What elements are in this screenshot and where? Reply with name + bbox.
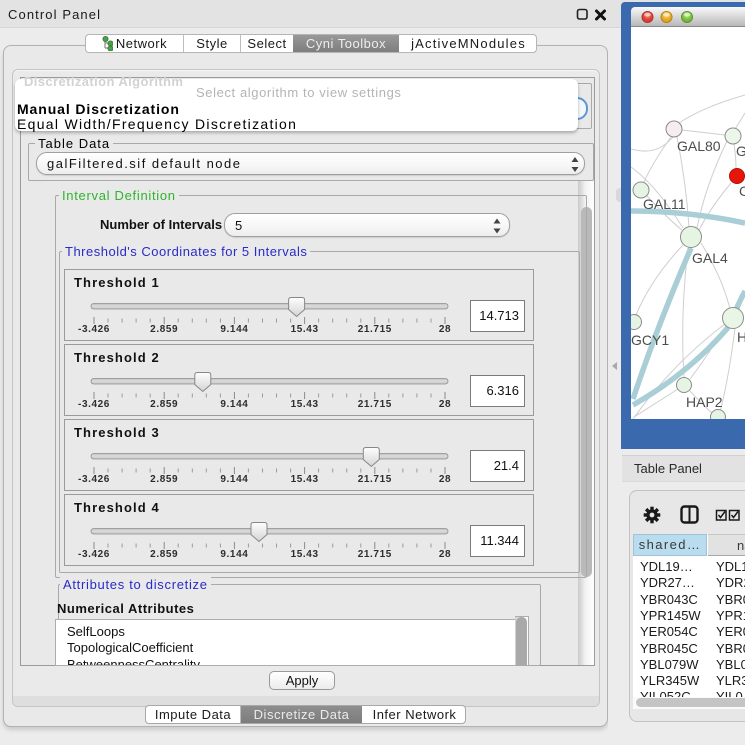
svg-text:GCY1: GCY1 <box>631 332 669 348</box>
svg-text:2.859: 2.859 <box>150 474 178 485</box>
svg-text:21.715: 21.715 <box>358 399 392 410</box>
svg-text:HAP2: HAP2 <box>686 394 723 410</box>
svg-text:9.144: 9.144 <box>220 399 248 410</box>
svg-text:-3.426: -3.426 <box>78 549 110 560</box>
svg-text:-3.426: -3.426 <box>78 474 110 485</box>
svg-text:-3.426: -3.426 <box>78 399 110 410</box>
svg-text:9.144: 9.144 <box>220 474 248 485</box>
svg-text:GAL4: GAL4 <box>692 250 728 266</box>
svg-text:C: C <box>739 183 745 199</box>
svg-text:15.43: 15.43 <box>291 474 319 485</box>
svg-text:2.859: 2.859 <box>150 399 178 410</box>
svg-text:2.859: 2.859 <box>150 549 178 560</box>
svg-text:28: 28 <box>439 549 451 560</box>
svg-text:GAL80: GAL80 <box>677 138 721 154</box>
svg-text:28: 28 <box>439 399 451 410</box>
svg-text:GAL11: GAL11 <box>643 196 686 212</box>
svg-text:28: 28 <box>439 324 451 335</box>
svg-text:9.144: 9.144 <box>220 549 248 560</box>
svg-text:9.144: 9.144 <box>220 324 248 335</box>
svg-text:H: H <box>737 329 745 345</box>
svg-text:-3.426: -3.426 <box>78 324 110 335</box>
svg-text:28: 28 <box>439 474 451 485</box>
svg-text:GA: GA <box>736 143 745 159</box>
svg-text:15.43: 15.43 <box>291 399 319 410</box>
svg-text:15.43: 15.43 <box>291 324 319 335</box>
svg-text:2.859: 2.859 <box>150 324 178 335</box>
svg-text:21.715: 21.715 <box>358 549 392 560</box>
svg-text:21.715: 21.715 <box>358 324 392 335</box>
svg-text:15.43: 15.43 <box>291 549 319 560</box>
svg-text:21.715: 21.715 <box>358 474 392 485</box>
